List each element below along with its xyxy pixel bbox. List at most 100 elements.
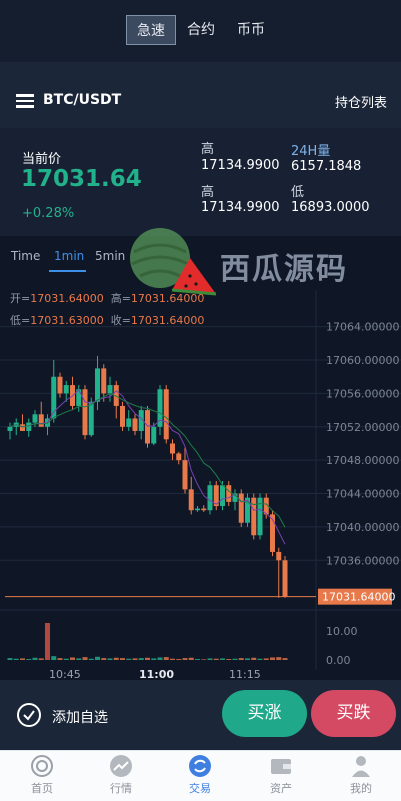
x-tick-label: 10:45 bbox=[49, 668, 81, 680]
candle-body bbox=[82, 389, 88, 436]
volume-bar bbox=[76, 658, 82, 660]
volume-bar bbox=[63, 658, 69, 660]
nav-market-label: 行情 bbox=[110, 782, 132, 795]
volume-bar bbox=[38, 658, 44, 660]
candle-body bbox=[170, 443, 175, 454]
volume-bar bbox=[145, 657, 150, 660]
favorite-check-icon[interactable] bbox=[17, 703, 41, 727]
y-tick-label: 17064.00000 bbox=[326, 321, 399, 334]
candle-body bbox=[57, 376, 63, 394]
y-tick-label: 17052.00000 bbox=[326, 421, 399, 434]
market-icon bbox=[110, 755, 132, 777]
candle-body bbox=[38, 414, 44, 427]
stat-low-value: 16893.0000 bbox=[291, 200, 370, 215]
y-tick-label: 17056.00000 bbox=[326, 387, 399, 400]
volume-bar bbox=[201, 659, 207, 660]
candle-body bbox=[107, 385, 113, 394]
candle-body bbox=[120, 405, 125, 427]
volume-bar bbox=[7, 658, 13, 660]
watermark-text: 西瓜源码 bbox=[220, 252, 348, 287]
timeframe-time[interactable]: Time bbox=[11, 249, 40, 263]
buy-down-button[interactable]: 买跌 bbox=[311, 690, 396, 737]
volume-bar bbox=[32, 657, 38, 660]
volume-bar bbox=[57, 658, 63, 660]
timeframe-1min[interactable]: 1min bbox=[54, 249, 84, 263]
candle-body bbox=[201, 508, 207, 511]
candle-body bbox=[20, 424, 25, 431]
volume-bar bbox=[107, 658, 113, 660]
volume-bar bbox=[113, 657, 119, 660]
mode-tab-bar: 急速 合约 币币 bbox=[0, 0, 401, 62]
volume-bar bbox=[270, 657, 275, 660]
candle-body bbox=[238, 493, 244, 523]
nav-market[interactable]: 行情 bbox=[81, 754, 161, 800]
x-tick-label: 11:00 bbox=[139, 668, 174, 680]
current-price-label: 当前价 bbox=[22, 152, 62, 167]
y-tick-label: 17048.00000 bbox=[326, 454, 399, 467]
candle-body bbox=[226, 485, 232, 502]
candle-body bbox=[7, 426, 13, 431]
watermelon-watermark-logo bbox=[130, 228, 217, 296]
candle-body bbox=[95, 368, 100, 402]
nav-assets-label: 资产 bbox=[270, 782, 292, 795]
stat-high2-value: 17134.9900 bbox=[201, 200, 280, 215]
candle-body bbox=[220, 485, 225, 507]
x-tick-label: 11:15 bbox=[229, 668, 261, 680]
volume-bar bbox=[282, 658, 288, 660]
candle-body bbox=[145, 410, 150, 444]
positions-link[interactable]: 持仓列表 bbox=[335, 92, 387, 111]
stat-low-label: 低 bbox=[291, 185, 305, 200]
nav-home-label: 首页 bbox=[31, 782, 53, 795]
volume-bar bbox=[95, 656, 100, 660]
volume-bar bbox=[232, 658, 238, 660]
volume-bar bbox=[51, 656, 57, 660]
y-tick-label: 17044.00000 bbox=[326, 488, 399, 501]
volume-bar bbox=[88, 658, 94, 660]
volume-bar bbox=[188, 657, 194, 660]
add-favorite-label[interactable]: 添加自选 bbox=[52, 707, 108, 727]
candle-body bbox=[282, 560, 288, 597]
volume-bar bbox=[257, 658, 263, 660]
volume-bar bbox=[132, 658, 138, 660]
trade-icon bbox=[189, 755, 211, 777]
tab-contract[interactable]: 合约 bbox=[181, 15, 221, 45]
volume-bar bbox=[245, 658, 250, 660]
wallet-icon bbox=[271, 759, 291, 774]
nav-profile[interactable]: 我的 bbox=[321, 754, 401, 800]
stat-high2-label: 高 bbox=[201, 185, 215, 200]
tab-spot[interactable]: 币币 bbox=[231, 15, 271, 45]
timeframe-active-underline bbox=[49, 270, 86, 272]
volume-bar bbox=[45, 623, 50, 660]
volume-bar bbox=[213, 658, 219, 660]
nav-trade-label: 交易 bbox=[189, 782, 211, 795]
volume-bar bbox=[195, 659, 200, 660]
volume-bar bbox=[157, 657, 163, 660]
volume-bar bbox=[207, 658, 213, 660]
candle-body bbox=[32, 414, 38, 423]
candle-body bbox=[132, 418, 138, 431]
y-tick-label: 17060.00000 bbox=[326, 354, 399, 367]
volume-bar bbox=[263, 658, 269, 660]
pair-name[interactable]: BTC/USDT bbox=[43, 92, 121, 108]
tab-fast[interactable]: 急速 bbox=[126, 15, 176, 45]
candle-body bbox=[63, 385, 69, 394]
stat-high-label: 高 bbox=[201, 142, 215, 157]
volume-bar bbox=[226, 659, 232, 660]
volume-bar bbox=[251, 657, 257, 660]
candle-body bbox=[101, 368, 107, 394]
candle-body bbox=[176, 453, 182, 461]
volume-bar bbox=[170, 658, 175, 660]
app-root: 急速 合约 币币 BTC/USDT 持仓列表 当前价 17031.64 +0.2… bbox=[0, 0, 401, 801]
nav-trade[interactable]: 交易 bbox=[160, 754, 240, 800]
volume-bar bbox=[120, 658, 125, 660]
candle-body bbox=[188, 489, 194, 511]
menu-list-icon[interactable] bbox=[16, 94, 34, 108]
candle-body bbox=[182, 460, 188, 490]
nav-home[interactable]: 首页 bbox=[2, 754, 82, 800]
volume-bar bbox=[220, 658, 225, 660]
volume-bar bbox=[82, 657, 88, 660]
volume-bar bbox=[176, 659, 182, 660]
buy-up-button[interactable]: 买涨 bbox=[222, 690, 307, 737]
nav-assets[interactable]: 资产 bbox=[241, 754, 321, 800]
candle-body bbox=[251, 497, 257, 536]
